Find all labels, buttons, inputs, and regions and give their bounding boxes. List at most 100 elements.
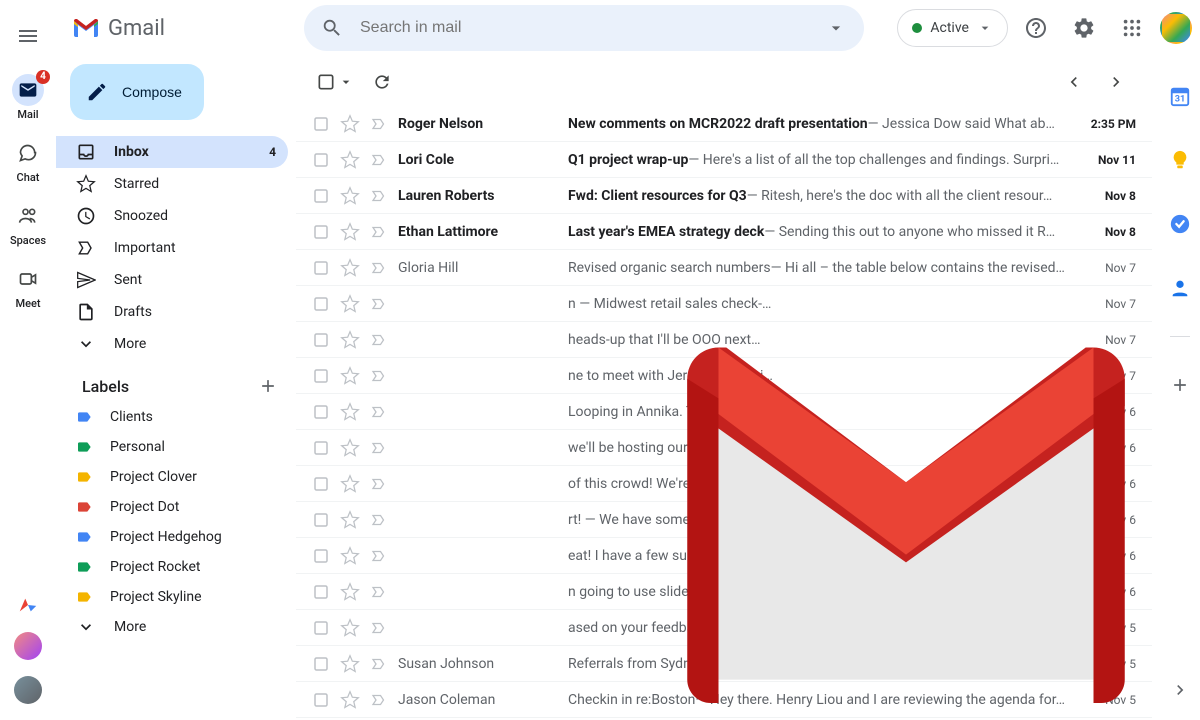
important-icon[interactable] bbox=[370, 583, 388, 601]
calendar-icon[interactable]: 31 bbox=[1160, 76, 1200, 116]
mail-row[interactable]: Lori ColeQ1 project wrap-up — Here's a l… bbox=[296, 142, 1152, 178]
mail-list[interactable]: Roger NelsonNew comments on MCR2022 draf… bbox=[296, 106, 1152, 720]
important-icon[interactable] bbox=[370, 511, 388, 529]
mail-row[interactable]: Looping in Annika. The feedbac…Nov 6 bbox=[296, 394, 1152, 430]
important-icon[interactable] bbox=[370, 151, 388, 169]
mail-row[interactable]: Gloria HillRevised organic search number… bbox=[296, 250, 1152, 286]
star-icon[interactable] bbox=[340, 114, 360, 134]
search-options-icon[interactable] bbox=[816, 8, 856, 48]
account-avatar[interactable] bbox=[1160, 12, 1192, 44]
row-checkbox[interactable] bbox=[312, 115, 330, 133]
mail-row[interactable]: of this crowd! We're only halfw…Nov 6 bbox=[296, 466, 1152, 502]
contacts-icon[interactable] bbox=[1160, 268, 1200, 308]
star-icon[interactable] bbox=[340, 438, 360, 458]
important-icon[interactable] bbox=[370, 367, 388, 385]
mail-row[interactable]: Jason ColemanCheckin in re:Boston — Hey … bbox=[296, 682, 1152, 718]
row-checkbox[interactable] bbox=[312, 619, 330, 637]
mail-row[interactable]: ased on your feedback, we've (…Nov 5 bbox=[296, 610, 1152, 646]
main-menu-button[interactable] bbox=[4, 12, 52, 60]
important-icon[interactable] bbox=[370, 223, 388, 241]
apps-button[interactable] bbox=[1112, 8, 1152, 48]
keep-icon[interactable] bbox=[1160, 140, 1200, 180]
important-icon[interactable] bbox=[370, 619, 388, 637]
status-chip[interactable]: Active bbox=[897, 9, 1008, 47]
important-icon[interactable] bbox=[370, 115, 388, 133]
hide-side-panel-icon[interactable] bbox=[1160, 670, 1200, 710]
rail-meet[interactable]: Meet bbox=[0, 255, 56, 318]
row-checkbox[interactable] bbox=[312, 367, 330, 385]
star-icon[interactable] bbox=[340, 222, 360, 242]
star-icon[interactable] bbox=[340, 186, 360, 206]
row-checkbox[interactable] bbox=[312, 331, 330, 349]
star-icon[interactable] bbox=[340, 654, 360, 674]
add-label-button[interactable] bbox=[258, 376, 278, 396]
star-icon[interactable] bbox=[340, 690, 360, 710]
rail-mail[interactable]: 4Mail bbox=[0, 66, 56, 129]
row-checkbox[interactable] bbox=[312, 223, 330, 241]
search-icon[interactable] bbox=[312, 8, 352, 48]
star-icon[interactable] bbox=[340, 402, 360, 422]
mail-row[interactable]: we'll be hosting our second tow…Nov 6 bbox=[296, 430, 1152, 466]
row-checkbox[interactable] bbox=[312, 511, 330, 529]
row-checkbox[interactable] bbox=[312, 547, 330, 565]
important-icon[interactable] bbox=[370, 403, 388, 421]
refresh-button[interactable] bbox=[362, 62, 402, 102]
mail-row[interactable]: Roger NelsonNew comments on MCR2022 draf… bbox=[296, 106, 1152, 142]
search-bar[interactable] bbox=[304, 5, 864, 51]
star-icon[interactable] bbox=[340, 618, 360, 638]
mail-row[interactable]: n going to use slides 12-27 in m…Nov 6 bbox=[296, 574, 1152, 610]
nav-sent[interactable]: Sent bbox=[56, 264, 288, 296]
rail-avatar-2[interactable] bbox=[14, 676, 42, 704]
rail-chat[interactable]: Chat bbox=[0, 129, 56, 192]
star-icon[interactable] bbox=[340, 330, 360, 350]
label-project-hedgehog[interactable]: Project Hedgehog bbox=[56, 522, 288, 552]
nav-important[interactable]: Important bbox=[56, 232, 288, 264]
get-addons-icon[interactable] bbox=[1160, 365, 1200, 405]
important-icon[interactable] bbox=[370, 295, 388, 313]
row-checkbox[interactable] bbox=[312, 259, 330, 277]
nav-inbox[interactable]: Inbox4 bbox=[56, 136, 288, 168]
mail-row[interactable]: Lauren RobertsFwd: Client resources for … bbox=[296, 178, 1152, 214]
important-icon[interactable] bbox=[370, 547, 388, 565]
star-icon[interactable] bbox=[340, 150, 360, 170]
mail-row[interactable]: Ethan LattimoreLast year's EMEA strategy… bbox=[296, 214, 1152, 250]
important-icon[interactable] bbox=[370, 691, 388, 709]
important-icon[interactable] bbox=[370, 439, 388, 457]
nav-drafts[interactable]: Drafts bbox=[56, 296, 288, 328]
row-checkbox[interactable] bbox=[312, 583, 330, 601]
row-checkbox[interactable] bbox=[312, 295, 330, 313]
mail-row[interactable]: ne to meet with Jeroen and I thi…Nov 7 bbox=[296, 358, 1152, 394]
star-icon[interactable] bbox=[340, 582, 360, 602]
mail-row[interactable]: n — Midwest retail sales check-…Nov 7 bbox=[296, 286, 1152, 322]
row-checkbox[interactable] bbox=[312, 403, 330, 421]
labels-more[interactable]: More bbox=[56, 612, 288, 642]
mail-row[interactable]: Susan JohnsonReferrals from Sydney - nee… bbox=[296, 646, 1152, 682]
label-project-skyline[interactable]: Project Skyline bbox=[56, 582, 288, 612]
prev-page-button[interactable] bbox=[1054, 62, 1094, 102]
nav-starred[interactable]: Starred bbox=[56, 168, 288, 200]
mail-row[interactable]: rt! — We have some exciting st…Nov 6 bbox=[296, 502, 1152, 538]
important-icon[interactable] bbox=[370, 655, 388, 673]
label-project-dot[interactable]: Project Dot bbox=[56, 492, 288, 522]
compose-button[interactable]: Compose bbox=[70, 64, 204, 120]
mail-row[interactable]: heads-up that I'll be OOO next…Nov 7 bbox=[296, 322, 1152, 358]
nav-more[interactable]: More bbox=[56, 328, 288, 360]
row-checkbox[interactable] bbox=[312, 655, 330, 673]
star-icon[interactable] bbox=[340, 546, 360, 566]
logo[interactable]: Gmail bbox=[64, 16, 280, 41]
mail-row[interactable]: eat! I have a few suggestions fo…Nov 6 bbox=[296, 538, 1152, 574]
rail-avatar-1[interactable] bbox=[14, 632, 42, 660]
star-icon[interactable] bbox=[340, 510, 360, 530]
support-button[interactable] bbox=[1016, 8, 1056, 48]
label-project-clover[interactable]: Project Clover bbox=[56, 462, 288, 492]
rail-ad-icon[interactable] bbox=[17, 594, 39, 616]
tasks-icon[interactable] bbox=[1160, 204, 1200, 244]
star-icon[interactable] bbox=[340, 294, 360, 314]
star-icon[interactable] bbox=[340, 474, 360, 494]
row-checkbox[interactable] bbox=[312, 439, 330, 457]
star-icon[interactable] bbox=[340, 366, 360, 386]
search-input[interactable] bbox=[352, 19, 816, 37]
label-personal[interactable]: Personal bbox=[56, 432, 288, 462]
important-icon[interactable] bbox=[370, 187, 388, 205]
label-project-rocket[interactable]: Project Rocket bbox=[56, 552, 288, 582]
